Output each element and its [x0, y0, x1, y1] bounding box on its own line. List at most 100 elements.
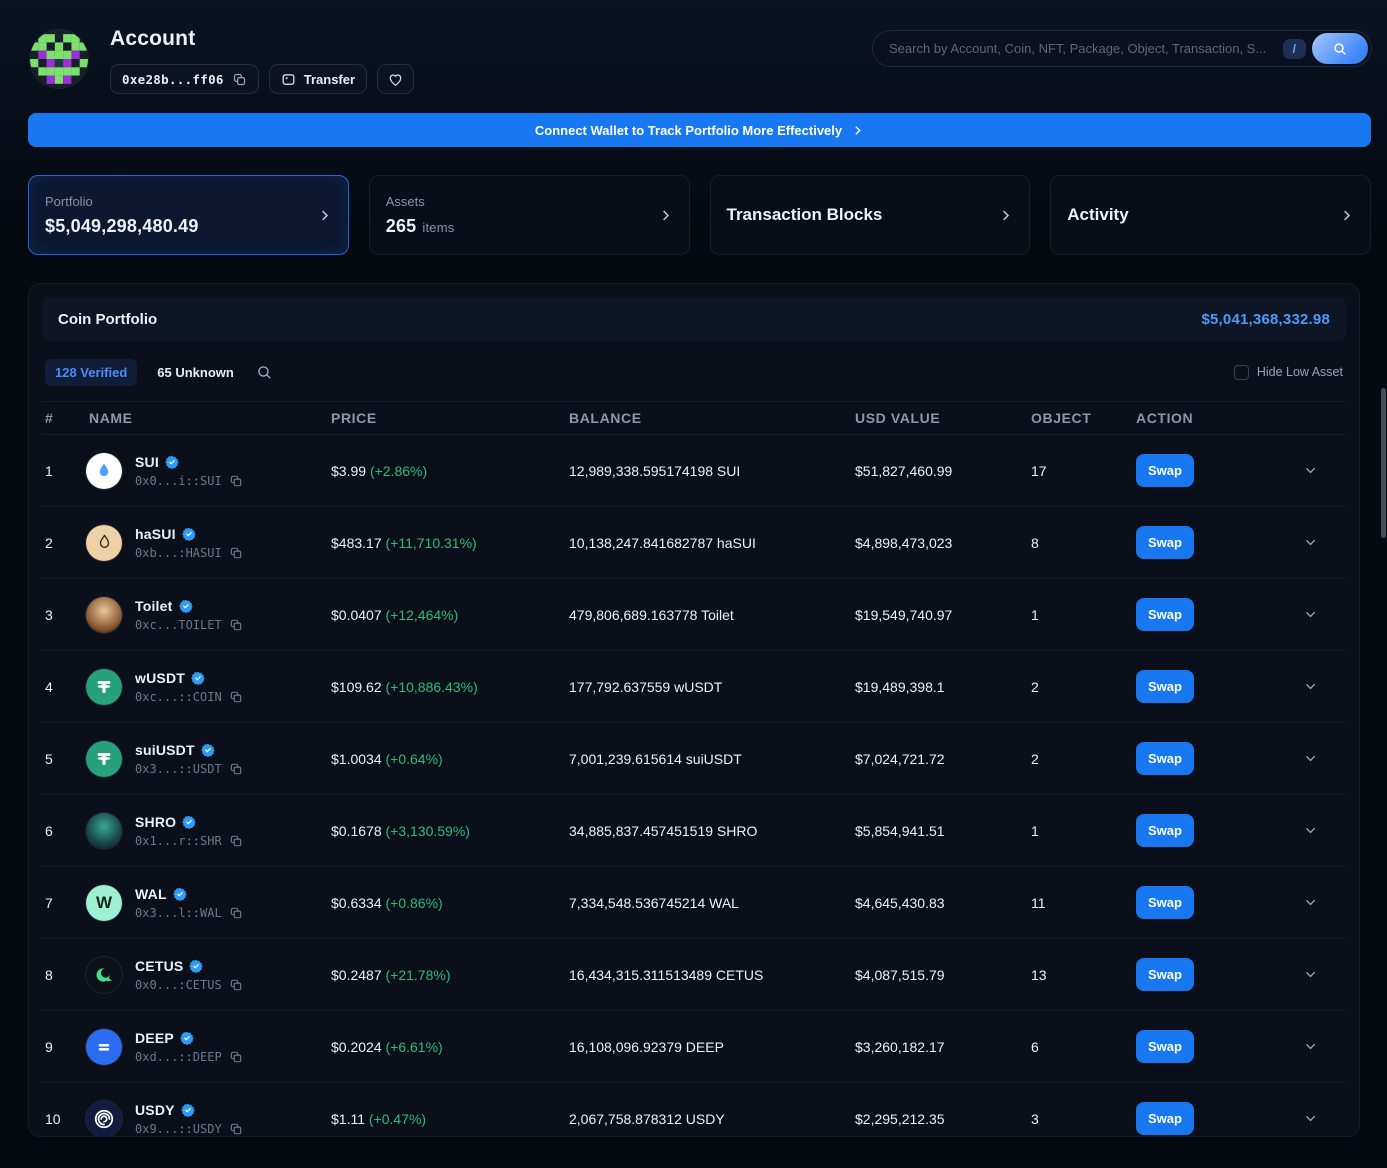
price-change: (+2.86%) — [370, 463, 427, 479]
coin-name: SHRO — [135, 814, 176, 830]
object-count: 1 — [1028, 607, 1133, 623]
usd-value: $5,854,941.51 — [852, 823, 1028, 839]
copy-icon[interactable] — [229, 834, 243, 848]
coin-name: CETUS — [135, 958, 183, 974]
copy-icon[interactable] — [229, 474, 243, 488]
price-change: (+3,130.59%) — [386, 823, 470, 839]
table-row[interactable]: 6 SHRO 0x1...r::SHR $0.1678 — [42, 795, 1346, 867]
copy-icon[interactable] — [229, 762, 243, 776]
coin-icon — [86, 525, 122, 561]
address-pill[interactable]: 0xe28b...ff06 — [110, 64, 259, 94]
object-count: 6 — [1028, 1039, 1133, 1055]
transfer-button[interactable]: Transfer — [269, 64, 367, 94]
swap-button[interactable]: Swap — [1136, 454, 1194, 487]
search-button[interactable] — [1312, 33, 1368, 64]
table-row[interactable]: 10 USDY 0x9...::USDY $1.11 — [42, 1083, 1346, 1137]
coin-address: 0xc...::COIN — [135, 690, 222, 704]
table-row[interactable]: 2 haSUI 0xb...:HASUI $483.17 — [42, 507, 1346, 579]
col-price: PRICE — [328, 410, 566, 426]
object-count: 2 — [1028, 679, 1133, 695]
price-change: (+0.64%) — [386, 751, 443, 767]
copy-icon[interactable] — [229, 690, 243, 704]
swap-button[interactable]: Swap — [1136, 958, 1194, 991]
swap-button[interactable]: Swap — [1136, 886, 1194, 919]
chevron-down-icon[interactable] — [1283, 1039, 1346, 1054]
verified-badge-icon — [191, 671, 205, 685]
transfer-label: Transfer — [304, 72, 355, 87]
table-search-icon[interactable] — [256, 364, 273, 381]
keyboard-shortcut-badge: / — [1283, 39, 1306, 59]
table-row[interactable]: 3 Toilet 0xc...TOILET $0.0407 — [42, 579, 1346, 651]
chevron-down-icon[interactable] — [1283, 463, 1346, 478]
coin-name: suiUSDT — [135, 742, 195, 758]
copy-icon[interactable] — [229, 1050, 243, 1064]
table-row[interactable]: 8 CETUS 0x0...:CETUS $0.2487 — [42, 939, 1346, 1011]
chevron-down-icon[interactable] — [1283, 679, 1346, 694]
card-portfolio[interactable]: Portfolio $5,049,298,480.49 — [28, 175, 349, 255]
favorite-button[interactable] — [377, 64, 414, 94]
chevron-right-icon — [658, 208, 673, 223]
coin-icon — [86, 1029, 122, 1065]
table-row[interactable]: 4 wUSDT 0xc...::COIN $109.62 — [42, 651, 1346, 723]
copy-icon[interactable] — [229, 618, 243, 632]
copy-icon[interactable] — [229, 1122, 243, 1136]
table-row[interactable]: 7 W WAL 0x3...l::WAL $0.6334 — [42, 867, 1346, 939]
verified-badge-icon — [173, 887, 187, 901]
table-row[interactable]: 9 DEEP 0xd...::DEEP $0.2024 — [42, 1011, 1346, 1083]
portfolio-value: $5,049,298,480.49 — [45, 216, 317, 237]
usd-value: $4,087,515.79 — [852, 967, 1028, 983]
account-page: { "header": { "title": "Account", "addre… — [0, 0, 1387, 1168]
swap-button[interactable]: Swap — [1136, 598, 1194, 631]
table-row[interactable]: 1 SUI 0x0...i::SUI $3.99 ( — [42, 435, 1346, 507]
copy-icon[interactable] — [229, 978, 243, 992]
copy-icon[interactable] — [232, 72, 247, 87]
usd-value: $19,549,740.97 — [852, 607, 1028, 623]
card-assets[interactable]: Assets 265items — [369, 175, 690, 255]
chevron-down-icon[interactable] — [1283, 823, 1346, 838]
swap-button[interactable]: Swap — [1136, 1102, 1194, 1135]
col-usd-value: USD VALUE — [852, 410, 1028, 426]
usd-value: $19,489,398.1 — [852, 679, 1028, 695]
coin-price: $0.6334 — [331, 895, 382, 911]
price-change: (+12,464%) — [386, 607, 459, 623]
table-row[interactable]: 5 suiUSDT 0x3...::USDT $1.0034 — [42, 723, 1346, 795]
hide-low-asset-checkbox[interactable] — [1234, 365, 1249, 380]
swap-button[interactable]: Swap — [1136, 670, 1194, 703]
chevron-down-icon[interactable] — [1283, 895, 1346, 910]
usd-value: $7,024,721.72 — [852, 751, 1028, 767]
price-change: (+6.61%) — [386, 1039, 443, 1055]
connect-wallet-banner[interactable]: Connect Wallet to Track Portfolio More E… — [28, 113, 1371, 147]
chevron-down-icon[interactable] — [1283, 607, 1346, 622]
hide-low-asset-toggle[interactable]: Hide Low Asset — [1234, 365, 1343, 380]
row-index: 10 — [42, 1111, 86, 1127]
chevron-right-icon — [317, 208, 332, 223]
scrollbar[interactable] — [1381, 388, 1386, 538]
usd-value: $51,827,460.99 — [852, 463, 1028, 479]
copy-icon[interactable] — [229, 906, 243, 920]
row-index: 3 — [42, 607, 86, 623]
tab-unknown[interactable]: 65 Unknown — [157, 365, 234, 380]
coin-balance: 16,434,315.311513489 CETUS — [566, 967, 852, 983]
coin-balance: 2,067,758.878312 USDY — [566, 1111, 852, 1127]
tab-verified[interactable]: 128 Verified — [45, 359, 137, 386]
chevron-down-icon[interactable] — [1283, 1111, 1346, 1126]
chevron-down-icon[interactable] — [1283, 967, 1346, 982]
card-transaction-blocks[interactable]: Transaction Blocks — [710, 175, 1031, 255]
search-input[interactable] — [889, 41, 1283, 56]
coin-address: 0x0...i::SUI — [135, 474, 222, 488]
coin-balance: 7,334,548.536745214 WAL — [566, 895, 852, 911]
card-activity[interactable]: Activity — [1050, 175, 1371, 255]
col-action: ACTION — [1133, 410, 1283, 426]
swap-button[interactable]: Swap — [1136, 526, 1194, 559]
coin-price: $0.1678 — [331, 823, 382, 839]
swap-button[interactable]: Swap — [1136, 1030, 1194, 1063]
col-index: # — [42, 410, 86, 426]
coin-balance: 10,138,247.841682787 haSUI — [566, 535, 852, 551]
swap-button[interactable]: Swap — [1136, 742, 1194, 775]
swap-button[interactable]: Swap — [1136, 814, 1194, 847]
chevron-down-icon[interactable] — [1283, 535, 1346, 550]
coin-name: haSUI — [135, 526, 176, 542]
copy-icon[interactable] — [229, 546, 243, 560]
account-address: 0xe28b...ff06 — [122, 72, 224, 87]
chevron-down-icon[interactable] — [1283, 751, 1346, 766]
